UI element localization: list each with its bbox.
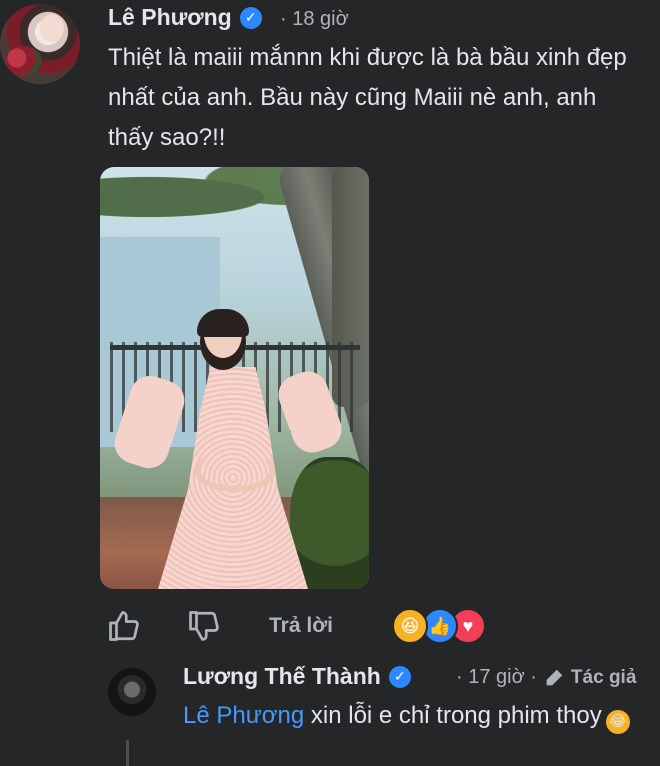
thread-line <box>126 740 129 766</box>
reply-button[interactable]: Trả lời <box>269 614 333 638</box>
verified-badge-icon: ✓ <box>239 6 262 29</box>
comment-text: Thiệt là maiii mắnnn khi được là bà bầu … <box>108 44 627 151</box>
author-badge: Tác giả <box>570 666 637 688</box>
thumbs-up-icon[interactable] <box>106 608 142 644</box>
mention-link[interactable]: Lê Phương <box>183 702 304 729</box>
haha-reaction-icon: 😆 <box>392 608 428 644</box>
reply-meta: · 17 giờ · Tác giả <box>456 666 636 689</box>
verified-badge-icon: ✓ <box>388 665 411 688</box>
reply-text: Lê Phương xin lỗi e chỉ trong phim thoy 😂 <box>183 696 643 736</box>
thumbs-down-icon[interactable] <box>186 608 222 644</box>
commenter-avatar[interactable] <box>0 4 80 84</box>
comment-timestamp[interactable]: · 18 giờ <box>280 8 349 31</box>
comment-actions: Trả lời 😆 👍 ♥ <box>0 606 660 650</box>
reply-author-name[interactable]: Lương Thế Thành ✓ <box>183 663 411 690</box>
pen-icon <box>546 669 563 685</box>
reply-author-avatar[interactable] <box>108 668 156 716</box>
reaction-summary[interactable]: 😆 👍 ♥ <box>392 608 492 646</box>
reply-timestamp[interactable]: · 17 giờ · <box>456 666 537 689</box>
comment-author-name[interactable]: Lê Phương ✓ <box>108 4 262 31</box>
comment-attached-photo[interactable] <box>100 167 369 589</box>
laughing-tears-emoji-icon: 😂 <box>605 710 630 734</box>
